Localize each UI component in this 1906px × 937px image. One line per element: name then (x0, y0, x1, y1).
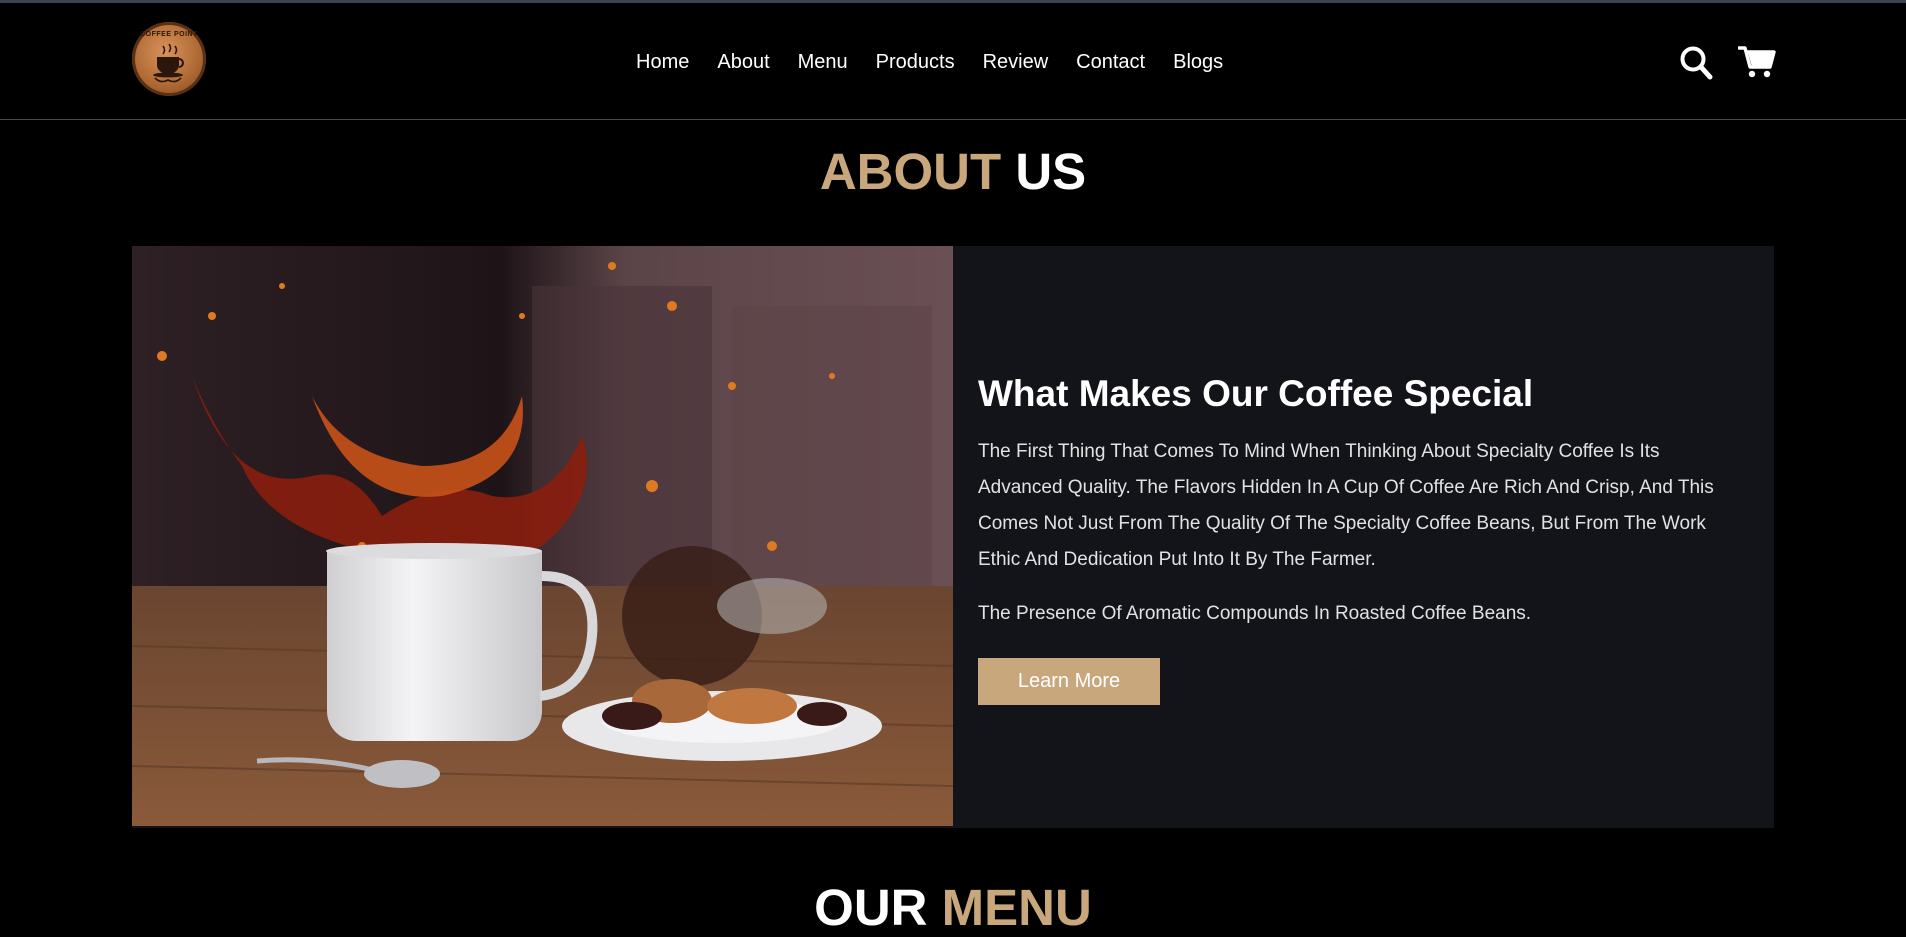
coffee-splash-illustration (132, 246, 953, 826)
nav-home[interactable]: Home (636, 51, 689, 77)
about-section-title: ABOUT US (0, 142, 1906, 201)
learn-more-button[interactable]: Learn More (978, 658, 1160, 705)
logo-text: COFFEE POINT (140, 31, 198, 38)
menu-title-first: OUR (814, 879, 928, 936)
about-title-rest: US (1015, 143, 1087, 200)
nav-blogs[interactable]: Blogs (1173, 51, 1223, 77)
nav-about[interactable]: About (717, 51, 769, 77)
menu-title-accent: MENU (941, 879, 1092, 936)
site-header: COFFEE POINT Home About Menu Products Re… (0, 3, 1906, 120)
about-panel: What Makes Our Coffee Special The First … (132, 246, 1774, 828)
main-nav: Home About Menu Products Review Contact … (636, 51, 1223, 77)
about-paragraph-2: The Presence Of Aromatic Compounds In Ro… (978, 603, 1532, 624)
cart-icon[interactable] (1738, 45, 1776, 79)
coffee-cup-icon (153, 43, 184, 83)
about-title-accent: ABOUT (819, 143, 1002, 200)
about-paragraph-1: The First Thing That Comes To Mind When … (978, 441, 1714, 570)
nav-contact[interactable]: Contact (1076, 51, 1145, 77)
logo[interactable]: COFFEE POINT (132, 22, 206, 96)
coffee-splash-image (132, 246, 953, 826)
nav-menu[interactable]: Menu (798, 51, 848, 77)
about-heading: What Makes Our Coffee Special (978, 373, 1534, 414)
about-text: What Makes Our Coffee Special The First … (978, 372, 1748, 632)
nav-review[interactable]: Review (983, 51, 1049, 77)
nav-products[interactable]: Products (876, 51, 955, 77)
search-icon[interactable] (1679, 45, 1713, 81)
menu-section-title: OUR MENU (0, 878, 1906, 937)
